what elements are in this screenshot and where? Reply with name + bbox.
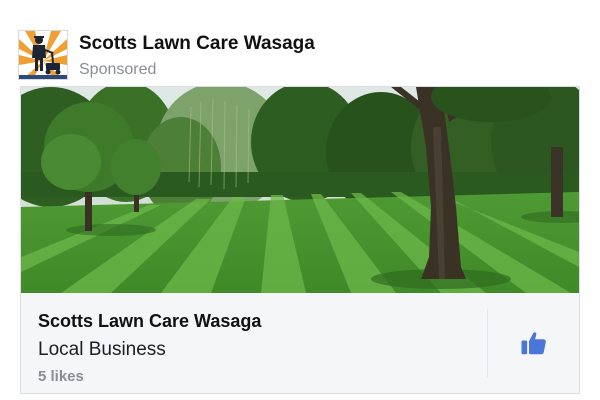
- card-category: Local Business: [38, 339, 166, 360]
- card-likes-count: 5 likes: [38, 368, 84, 385]
- card-page-title[interactable]: Scotts Lawn Care Wasaga: [38, 311, 261, 332]
- ad-info-panel: Scotts Lawn Care Wasaga Local Business 5…: [21, 293, 579, 393]
- page-avatar[interactable]: [18, 30, 68, 80]
- ad-header: Scotts Lawn Care Wasaga Sponsored: [18, 30, 578, 80]
- ad-card[interactable]: Scotts Lawn Care Wasaga Local Business 5…: [20, 86, 580, 394]
- sponsored-label[interactable]: Sponsored: [79, 61, 156, 79]
- page-name-link[interactable]: Scotts Lawn Care Wasaga: [79, 33, 315, 55]
- thumbs-up-icon: [521, 332, 546, 355]
- ad-hero-image[interactable]: [21, 87, 579, 293]
- sponsored-ad: Scotts Lawn Care Wasaga Sponsored Scotts…: [0, 0, 600, 400]
- vertical-divider: [487, 309, 488, 377]
- like-page-button[interactable]: [508, 323, 560, 363]
- lawn-mower-man-logo-icon: [19, 31, 67, 79]
